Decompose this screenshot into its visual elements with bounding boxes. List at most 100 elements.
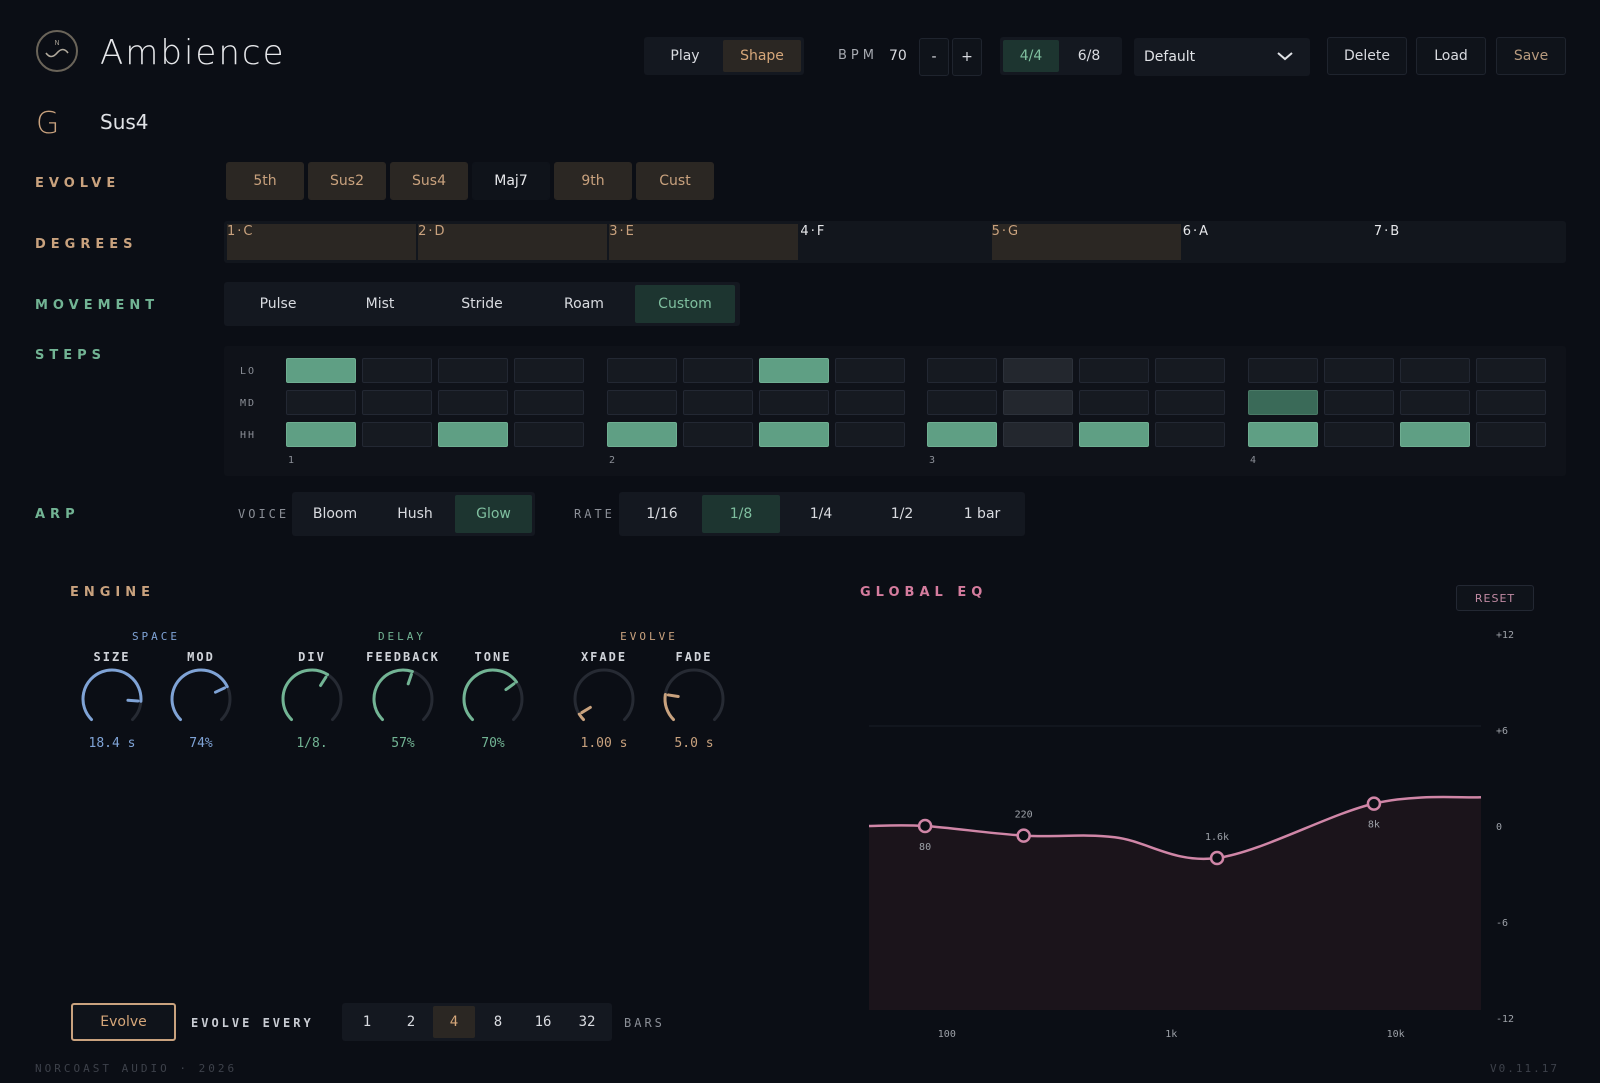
step-md-12[interactable] <box>1155 390 1225 415</box>
bpm-value[interactable]: 70 <box>889 48 907 64</box>
preset-select[interactable]: Default <box>1134 38 1310 76</box>
footer-brand: NORCOAST AUDIO · 2026 <box>35 1062 238 1075</box>
beat-number-3: 3 <box>929 455 936 466</box>
knob-fade[interactable] <box>661 666 727 732</box>
engine-group-delay: DELAY <box>377 630 427 643</box>
degree-4-button[interactable]: 4·F <box>800 224 989 260</box>
step-md-15[interactable] <box>1400 390 1470 415</box>
eq-band-handle[interactable] <box>1016 828 1031 843</box>
step-md-11[interactable] <box>1079 390 1149 415</box>
knob-xfade[interactable] <box>571 666 637 732</box>
knob-value-size: 18.4 s <box>88 736 136 751</box>
step-hh-15[interactable] <box>1400 422 1470 447</box>
knob-level-arc <box>281 668 330 722</box>
evolve-every-32-button[interactable]: 32 <box>565 1006 609 1038</box>
knob-pointer <box>406 672 413 686</box>
step-lo-15[interactable] <box>1400 358 1470 383</box>
bpm-label: BPM <box>838 48 878 63</box>
step-hh-10[interactable] <box>1003 422 1073 447</box>
eq-db-tick: -12 <box>1496 1014 1514 1025</box>
step-md-14[interactable] <box>1324 390 1394 415</box>
knob-pointer <box>213 686 227 694</box>
step-md-8[interactable] <box>835 390 905 415</box>
global-eq-label: GLOBAL EQ <box>860 585 988 600</box>
evolve-every-16-button[interactable]: 16 <box>521 1006 565 1038</box>
rate-1-2-button[interactable]: 1/2 <box>862 495 942 533</box>
knob-size[interactable] <box>79 666 145 732</box>
evolve-every-1-button[interactable]: 1 <box>345 1006 389 1038</box>
step-lo-11[interactable] <box>1079 358 1149 383</box>
evolve-every-2-button[interactable]: 2 <box>389 1006 433 1038</box>
knob-level-arc <box>462 668 518 722</box>
meter-toggle: 4/4 6/8 <box>1000 37 1122 75</box>
eq-freq-tick: 1k <box>1165 1029 1177 1040</box>
load-button[interactable]: Load <box>1416 37 1486 75</box>
degree-5-button[interactable]: 5·G <box>991 224 1181 260</box>
knob-label-xfade: XFADE <box>580 650 628 664</box>
knob-label-div: DIV <box>298 650 326 664</box>
knob-mod[interactable] <box>168 666 234 732</box>
eq-band-handle[interactable] <box>917 818 933 834</box>
bars-label: BARS <box>624 1016 665 1030</box>
chevron-down-icon <box>1277 52 1293 61</box>
footer-version: V0.11.17 <box>1490 1062 1559 1075</box>
step-hh-11[interactable] <box>1079 422 1149 447</box>
knob-pointer <box>126 698 140 703</box>
eq-graph[interactable]: +12 +6 0 -6 -12 100 1k 10k 80 220 1.6k 8k <box>860 620 1560 1040</box>
knob-pointer <box>580 705 592 715</box>
engine-group-evolve: EVOLVE <box>620 630 678 643</box>
step-lo-10[interactable] <box>1003 358 1073 383</box>
step-hh-12[interactable] <box>1155 422 1225 447</box>
step-lo-16[interactable] <box>1476 358 1546 383</box>
evolve-every-8-button[interactable]: 8 <box>475 1006 521 1038</box>
eq-band-label: 80 <box>919 842 931 853</box>
rate-1-bar-button[interactable]: 1 bar <box>942 495 1022 533</box>
meter-4-4-button[interactable]: 4/4 <box>1003 40 1059 72</box>
knob-label-mod: MOD <box>187 650 215 664</box>
evolve-every-label: EVOLVE EVERY <box>191 1016 314 1030</box>
eq-reset-button[interactable]: RESET <box>1456 585 1534 611</box>
step-hh-9[interactable] <box>927 422 997 447</box>
step-lo-13[interactable] <box>1248 358 1318 383</box>
delete-button[interactable]: Delete <box>1327 37 1407 75</box>
preset-value: Default <box>1144 49 1196 65</box>
bpm-decrement-button[interactable]: - <box>919 38 949 76</box>
meter-6-8-button[interactable]: 6/8 <box>1059 40 1119 72</box>
knob-level-arc <box>577 712 585 722</box>
step-lo-8[interactable] <box>835 358 905 383</box>
eq-band-handle[interactable] <box>1209 850 1225 866</box>
engine-knobs: SPACE SIZE 18.4 s MOD 74% DELAY DIV 1/8. FEEDBAC… <box>0 0 820 800</box>
eq-band-label: 8k <box>1368 820 1380 831</box>
step-md-13[interactable] <box>1248 390 1318 415</box>
eq-db-tick: +6 <box>1496 726 1508 737</box>
knob-tone[interactable] <box>460 666 526 732</box>
evolve-every-4-button[interactable]: 4 <box>433 1006 475 1038</box>
evolve-now-button[interactable]: Evolve <box>71 1003 176 1041</box>
knob-value-fade: 5.0 s <box>674 736 714 751</box>
step-lo-14[interactable] <box>1324 358 1394 383</box>
degree-6-button[interactable]: 6·A <box>1183 224 1372 260</box>
knob-level-arc <box>663 692 675 722</box>
step-hh-16[interactable] <box>1476 422 1546 447</box>
step-md-16[interactable] <box>1476 390 1546 415</box>
knob-div[interactable] <box>279 666 345 732</box>
bpm-increment-button[interactable]: + <box>952 38 982 76</box>
eq-band-label: 1.6k <box>1205 832 1229 843</box>
knob-feedback[interactable] <box>370 666 436 732</box>
step-md-10[interactable] <box>1003 390 1073 415</box>
knob-pointer <box>666 693 680 698</box>
knob-label-fade: FADE <box>675 650 713 664</box>
knob-label-size: SIZE <box>93 650 131 664</box>
save-button[interactable]: Save <box>1496 37 1566 75</box>
knob-value-mod: 74% <box>189 736 213 751</box>
step-hh-14[interactable] <box>1324 422 1394 447</box>
step-md-9[interactable] <box>927 390 997 415</box>
step-lo-9[interactable] <box>927 358 997 383</box>
eq-band-handle[interactable] <box>1366 796 1382 811</box>
degree-7-button[interactable]: 7·B <box>1374 224 1563 260</box>
knob-value-xfade: 1.00 s <box>580 736 628 751</box>
step-hh-13[interactable] <box>1248 422 1318 447</box>
knob-label-tone: TONE <box>474 650 512 664</box>
step-lo-12[interactable] <box>1155 358 1225 383</box>
step-hh-8[interactable] <box>835 422 905 447</box>
